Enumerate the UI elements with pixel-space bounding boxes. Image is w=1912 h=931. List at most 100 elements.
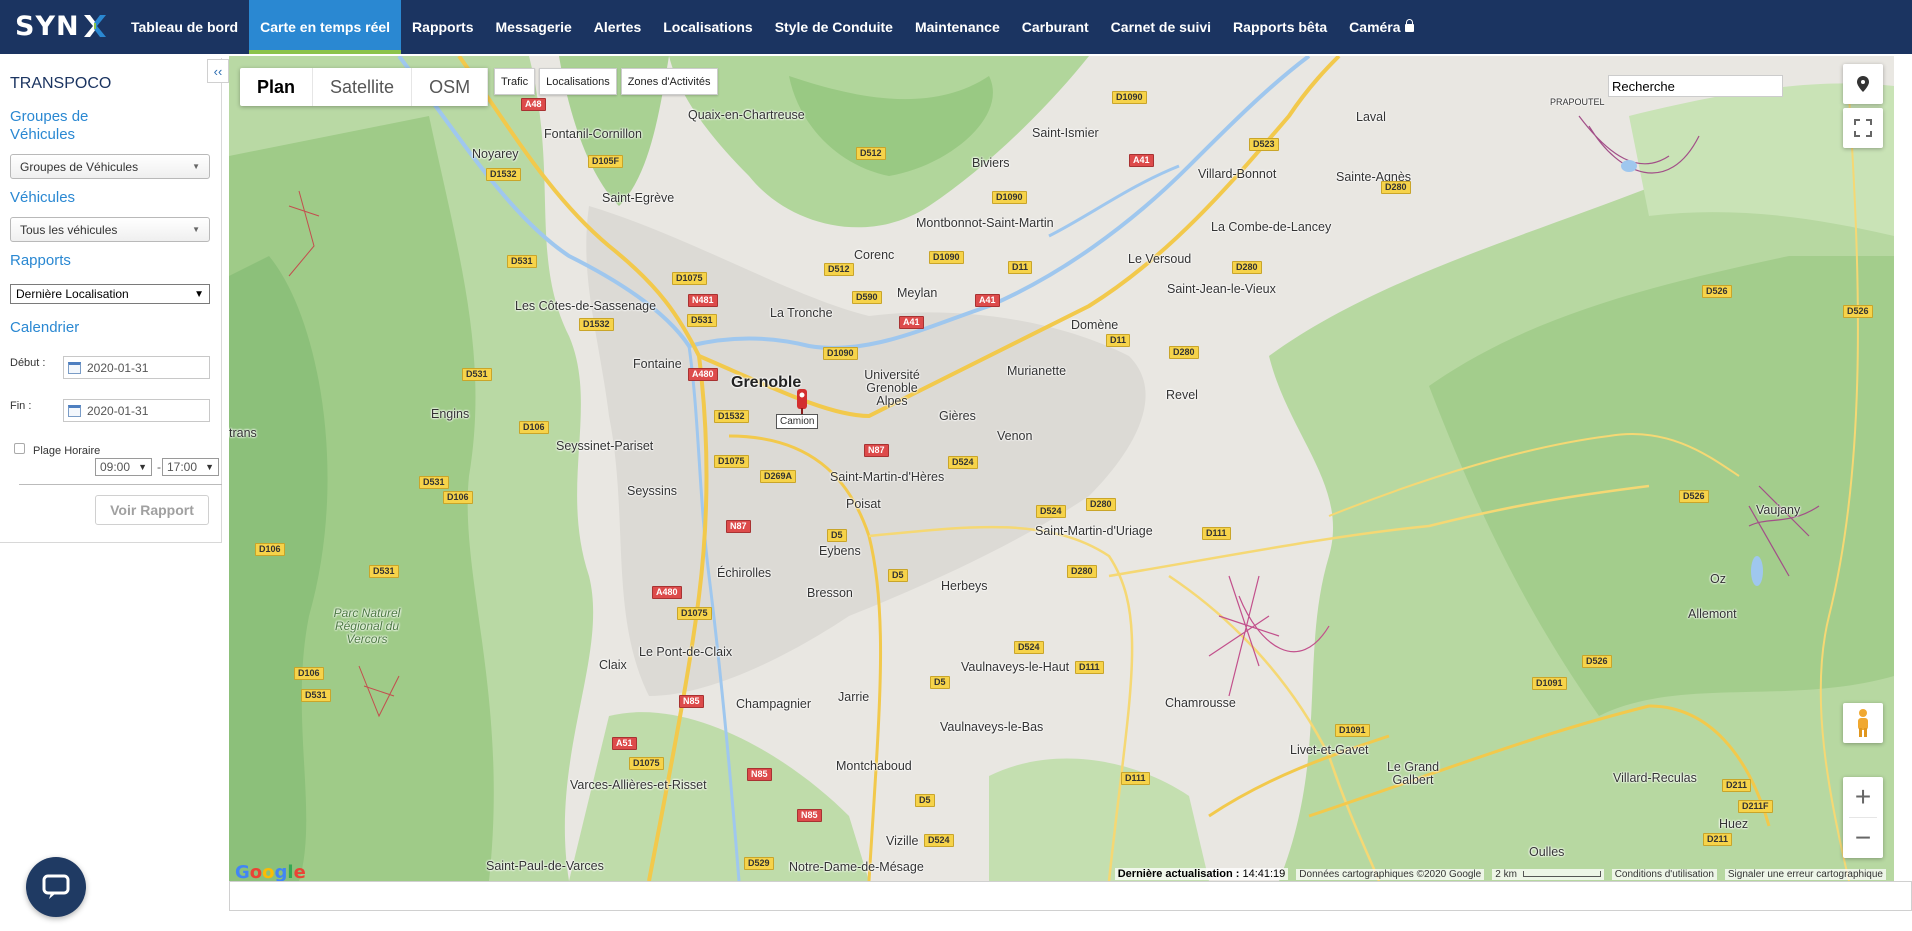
road-badge: D106 (443, 491, 473, 504)
place-label: Université Grenoble Alpes (864, 368, 920, 408)
time-from-select[interactable]: 09:00 ▼ (95, 458, 152, 476)
map-pin-button[interactable] (1843, 64, 1883, 104)
road-badge: D1075 (677, 607, 712, 620)
place-label: Vaulnaveys-le-Bas (940, 720, 1044, 734)
road-badge: D280 (1067, 565, 1097, 578)
place-label: Vaulnaveys-le-Haut (961, 660, 1070, 674)
road-badge: D531 (687, 314, 717, 327)
zoom-in-button[interactable]: + (1843, 777, 1883, 817)
map-search-input[interactable] (1608, 75, 1783, 97)
road-badge: D1532 (486, 168, 521, 181)
nav-maintenance[interactable]: Maintenance (904, 0, 1011, 54)
nav-rapports-beta[interactable]: Rapports bêta (1222, 0, 1338, 54)
road-badge: N85 (797, 809, 822, 822)
nav-carte-en-temps-reel[interactable]: Carte en temps réel (249, 0, 402, 54)
vehicle-groups-select[interactable]: Groupes de Véhicules ▼ (10, 154, 210, 179)
place-label: La Combe-de-Lancey (1211, 220, 1332, 234)
logo-text: SYN (15, 10, 80, 42)
synx-logo[interactable]: SYN (15, 9, 109, 43)
place-label: Allemont (1688, 607, 1737, 621)
time-to-select[interactable]: 17:00 ▼ (162, 458, 219, 476)
nav-style-de-conduite[interactable]: Style de Conduite (764, 0, 904, 54)
report-map-error-link[interactable]: Signaler une erreur cartographique (1724, 868, 1886, 880)
road-badge: D1075 (714, 455, 749, 468)
place-label: Saint-Martin-d'Hères (830, 470, 945, 484)
road-badge: D523 (1249, 138, 1279, 151)
street-view-button[interactable] (1843, 703, 1883, 743)
start-date-value: 2020-01-31 (87, 360, 149, 375)
logo-x-icon (81, 12, 109, 40)
road-badge: D5 (915, 794, 935, 807)
place-label: Saint-Egrève (602, 191, 675, 205)
map-copyright: Données cartographiques ©2020 Google (1296, 868, 1485, 880)
place-label: Revel (1166, 388, 1198, 402)
view-report-button[interactable]: Voir Rapport (95, 495, 209, 525)
chat-button[interactable] (26, 857, 86, 917)
nav-carburant[interactable]: Carburant (1011, 0, 1100, 54)
road-badge: D1091 (1335, 724, 1370, 737)
chevron-down-icon: ▼ (192, 162, 200, 171)
activity-zones-toggle[interactable]: Zones d'Activités (620, 68, 718, 95)
vehicles-label: Véhicules (10, 189, 76, 206)
place-label: Bresson (807, 586, 853, 600)
locations-toggle[interactable]: Localisations (539, 68, 617, 95)
reports-label: Rapports (10, 252, 71, 269)
place-label: Saint-Jean-le-Vieux (1167, 282, 1276, 296)
end-date-value: 2020-01-31 (87, 403, 149, 418)
report-type-select[interactable]: Dernière Localisation ▼ (10, 284, 210, 304)
park-label: Parc Naturel Régional du Vercors (333, 606, 401, 646)
zoom-out-button[interactable]: − (1843, 818, 1883, 858)
traffic-toggle[interactable]: Trafic (494, 68, 536, 95)
place-label: Corenc (854, 248, 895, 262)
company-name: TRANSPOCO (10, 75, 112, 92)
road-badge: N87 (726, 520, 751, 533)
road-badge: D106 (519, 421, 549, 434)
map-type-plan[interactable]: Plan (240, 68, 314, 106)
nav-messagerie[interactable]: Messagerie (485, 0, 583, 54)
place-label: Domène (1071, 318, 1119, 332)
road-badge: D106 (255, 543, 285, 556)
map-canvas[interactable]: Plan Satellite OSM Trafic Localisations … (229, 56, 1894, 881)
map-pin-icon (1857, 76, 1869, 92)
fullscreen-icon (1854, 119, 1872, 137)
place-label: Claix (599, 658, 627, 672)
end-date-field[interactable]: 2020-01-31 (63, 399, 210, 422)
truck-marker-icon[interactable] (796, 389, 808, 415)
map-type-satellite[interactable]: Satellite (313, 68, 413, 106)
fullscreen-button[interactable] (1843, 108, 1883, 148)
terms-link[interactable]: Conditions d'utilisation (1611, 868, 1717, 880)
road-badge: D512 (856, 147, 886, 160)
nav-localisations[interactable]: Localisations (652, 0, 763, 54)
collapse-sidebar-button[interactable]: ‹‹ (207, 59, 229, 83)
nav-alertes[interactable]: Alertes (583, 0, 652, 54)
place-label: Saint-Martin-d'Uriage (1035, 524, 1153, 538)
place-label: Jarrie (838, 690, 870, 704)
time-range-label: Plage Horaire (33, 445, 101, 457)
nav-rapports[interactable]: Rapports (401, 0, 484, 54)
road-badge: D5 (888, 569, 908, 582)
vehicles-select[interactable]: Tous les véhicules ▼ (10, 217, 210, 242)
main-nav: Tableau de bord Carte en temps réel Rapp… (120, 0, 1425, 54)
map-attribution: Dernière actualisation : 14:41:19 Donnée… (229, 867, 1894, 881)
road-badge: D1075 (629, 757, 664, 770)
road-badge: D531 (507, 255, 537, 268)
road-badge: D5 (930, 676, 950, 689)
road-badge: D280 (1381, 181, 1411, 194)
time-range-checkbox[interactable] (14, 443, 25, 454)
place-label: Villard-Bonnot (1198, 167, 1277, 181)
map-type-control: Plan Satellite OSM (240, 68, 489, 106)
nav-tableau-de-bord[interactable]: Tableau de bord (120, 0, 249, 54)
nav-camera[interactable]: Caméra (1338, 0, 1424, 54)
start-date-field[interactable]: 2020-01-31 (63, 356, 210, 379)
road-badge: D280 (1086, 498, 1116, 511)
road-badge: D111 (1121, 772, 1150, 785)
place-label: Gières (939, 409, 976, 423)
nav-carnet-de-suivi[interactable]: Carnet de suivi (1100, 0, 1222, 54)
calendar-icon (68, 361, 81, 374)
road-badge: D211 (1703, 833, 1733, 846)
place-label: Herbeys (941, 579, 988, 593)
map-terrain (229, 56, 1894, 881)
map-type-osm[interactable]: OSM (412, 68, 489, 106)
road-badge: D211F (1738, 800, 1773, 813)
road-badge: A41 (899, 316, 924, 329)
